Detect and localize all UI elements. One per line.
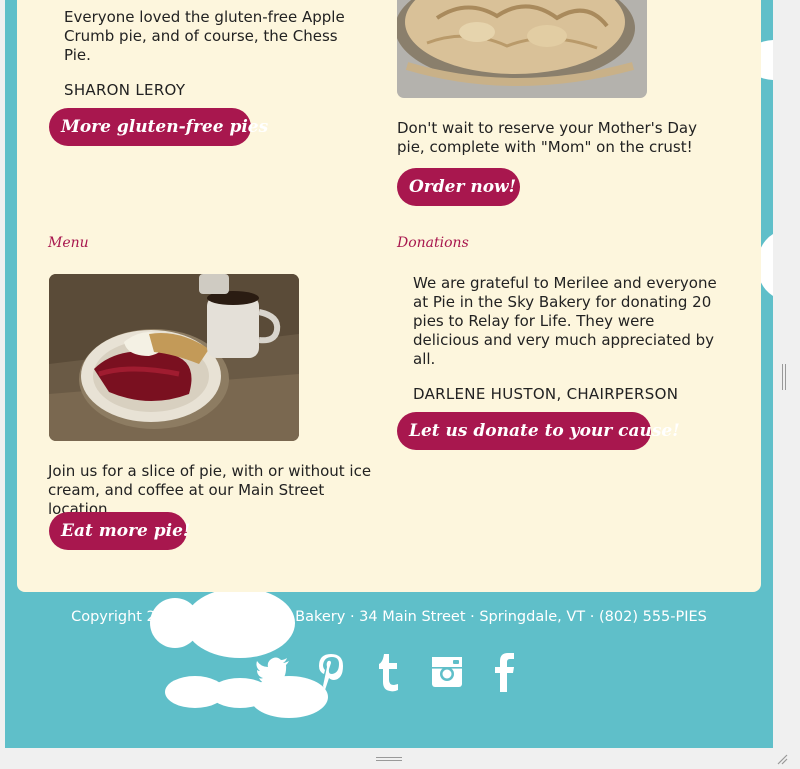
menu-heading: Menu xyxy=(48,235,89,251)
donate-to-your-cause-button[interactable]: Let us donate to your cause! xyxy=(397,412,680,450)
more-gluten-free-pies-button[interactable]: More gluten-free pies xyxy=(49,108,268,146)
pie-and-coffee-photo xyxy=(49,274,299,441)
eat-more-pie-button[interactable]: Eat more pie! xyxy=(49,512,190,550)
testimonial-author: SHARON LEROY xyxy=(64,81,186,99)
pinterest-icon[interactable] xyxy=(313,650,349,694)
tumblr-icon[interactable] xyxy=(371,650,407,694)
social-links xyxy=(255,650,523,694)
mothers-day-text: Don't wait to reserve your Mother's Day … xyxy=(397,119,697,156)
page-frame: Everyone loved the gluten-free Apple Cru… xyxy=(5,0,773,748)
donations-author: DARLENE HUSTON, CHAIRPERSON xyxy=(413,385,679,403)
pie-photo xyxy=(397,0,647,98)
donations-quote: We are grateful to Merilee and everyone … xyxy=(413,274,717,368)
horizontal-resize-handle[interactable] xyxy=(376,757,402,761)
order-now-button[interactable]: Order now! xyxy=(397,168,520,206)
donations-testimonial: We are grateful to Merilee and everyone … xyxy=(413,274,718,403)
instagram-icon[interactable] xyxy=(429,650,465,694)
facebook-icon[interactable] xyxy=(487,650,523,694)
corner-resize-grip-icon[interactable] xyxy=(776,750,788,765)
testimonial-quote: Everyone loved the gluten-free Apple Cru… xyxy=(64,8,345,64)
testimonial-gluten-free: Everyone loved the gluten-free Apple Cru… xyxy=(64,8,354,99)
menu-text: Join us for a slice of pie, with or with… xyxy=(48,462,372,518)
donations-heading: Donations xyxy=(397,235,469,251)
footer-copyright: Copyright 2017, Pie in the Sky Bakery · … xyxy=(71,609,707,625)
twitter-icon[interactable] xyxy=(255,650,291,694)
vertical-resize-handle[interactable] xyxy=(782,364,786,390)
